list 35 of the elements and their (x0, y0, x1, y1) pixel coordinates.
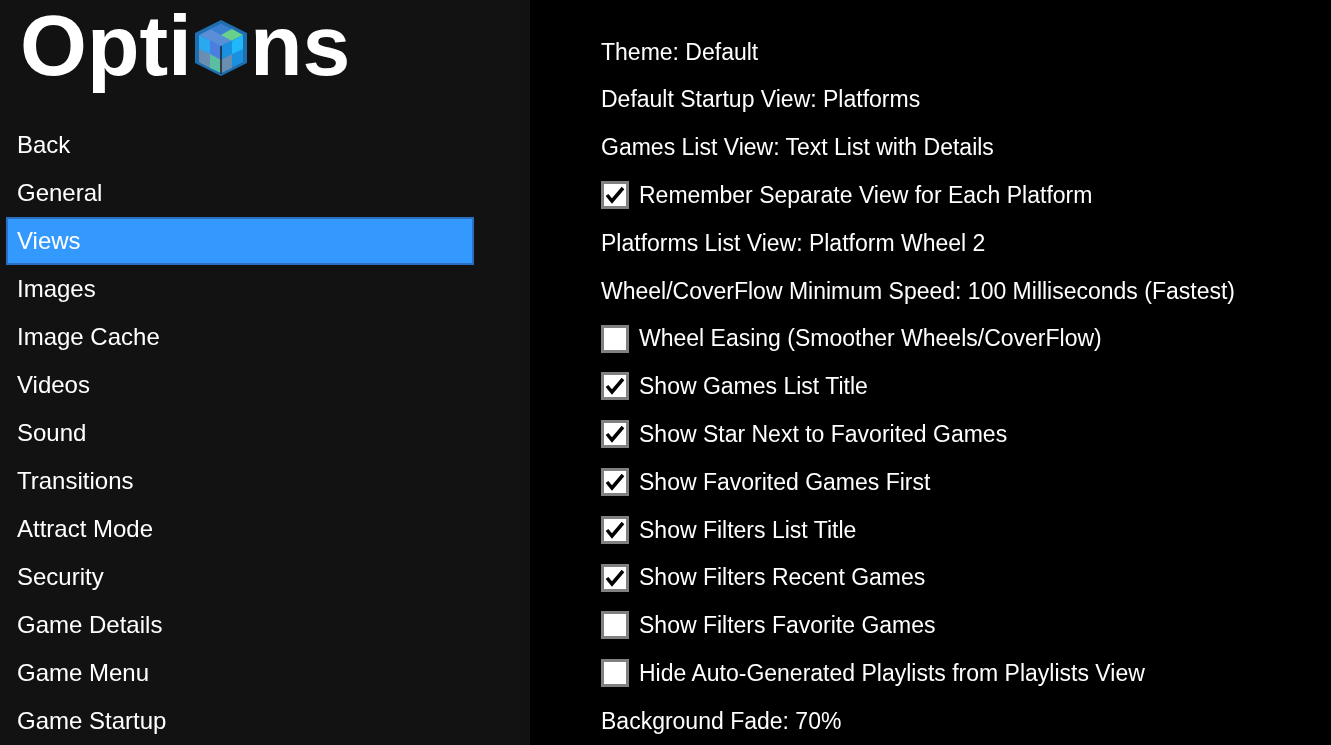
sidebar-item[interactable]: General (6, 169, 474, 217)
check-icon (605, 377, 625, 396)
cube-icon (192, 17, 249, 78)
setting-checkbox[interactable]: Show Filters Favorite Games (601, 608, 936, 643)
check-icon (605, 425, 625, 444)
sidebar-item[interactable]: Sound (6, 409, 474, 457)
options-title: Opti ns (19, 0, 352, 95)
sidebar-item[interactable]: Back (6, 121, 474, 169)
sidebar-item[interactable]: Transitions (6, 457, 474, 505)
sidebar-item[interactable]: Image Cache (6, 313, 474, 361)
check-icon (605, 520, 625, 539)
sidebar-item[interactable]: Attract Mode (6, 505, 474, 553)
setting-option[interactable]: Games List View: Text List with Details (601, 130, 994, 165)
sidebar-item[interactable]: Game Menu (6, 649, 474, 697)
sidebar-item[interactable]: Images (6, 265, 474, 313)
setting-checkbox[interactable]: Wheel Easing (Smoother Wheels/CoverFlow) (601, 321, 1102, 356)
setting-option[interactable]: Wheel/CoverFlow Minimum Speed: 100 Milliseconds (Fastest) (601, 273, 1235, 309)
sidebar-item[interactable]: Game Startup (6, 697, 474, 745)
check-icon (605, 568, 625, 587)
check-icon (605, 473, 625, 492)
setting-checkbox[interactable]: Show Games List Title (601, 369, 868, 404)
setting-checkbox[interactable]: Hide Auto-Generated Playlists from Playlists View (601, 656, 1145, 691)
setting-checkbox[interactable]: Show Favorited Games First (601, 464, 931, 500)
sidebar-item[interactable]: Videos (6, 361, 474, 409)
setting-checkbox[interactable]: Remember Separate View for Each Platform (601, 178, 1093, 213)
sidebar-item[interactable]: Security (6, 553, 474, 601)
setting-option[interactable]: Theme: Default (601, 34, 759, 70)
setting-option[interactable]: Default Startup View: Platforms (601, 82, 921, 117)
setting-checkbox[interactable]: Show Filters Recent Games (601, 560, 926, 595)
setting-option[interactable]: Platforms List View: Platform Wheel 2 (601, 225, 986, 261)
sidebar-item[interactable]: Game Details (6, 601, 474, 649)
check-icon (605, 186, 625, 205)
setting-option[interactable]: Background Fade: 70% (601, 703, 842, 739)
setting-checkbox[interactable]: Show Star Next to Favorited Games (601, 417, 1008, 452)
setting-checkbox[interactable]: Show Filters List Title (601, 512, 857, 548)
